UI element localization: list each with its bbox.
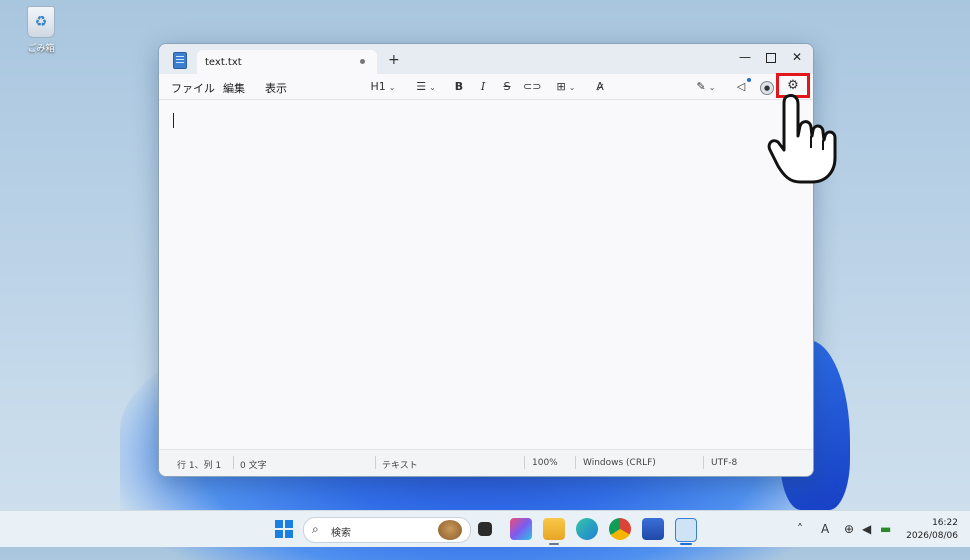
menu-edit[interactable]: 編集 xyxy=(223,80,245,96)
menu-file[interactable]: ファイル xyxy=(171,80,215,96)
start-button[interactable] xyxy=(273,518,295,540)
notification-dot xyxy=(747,78,751,82)
clock[interactable]: 16:22 2026/08/06 xyxy=(906,517,958,543)
status-format[interactable]: テキスト xyxy=(382,458,418,471)
divider xyxy=(233,456,234,469)
status-zoom[interactable]: 100% xyxy=(532,458,558,468)
search-highlight-image xyxy=(438,520,462,540)
status-bar: 行 1、列 1 0 文字 テキスト 100% Windows (CRLF) UT… xyxy=(159,449,813,476)
list-dropdown[interactable]: ☰ ⌄ xyxy=(411,78,441,95)
menu-bar: ファイル 編集 表示 H1 ⌄ ☰ ⌄ B I S ⊂⊃ ⊞ ⌄ A̷ ✎ ⌄ ◁ ● … xyxy=(159,73,813,100)
divider xyxy=(524,456,525,469)
status-char-count: 0 文字 xyxy=(240,461,267,471)
gear-icon: ⚙ xyxy=(787,78,799,93)
status-position: 行 1、列 1 xyxy=(177,461,222,471)
tab-title: text.txt xyxy=(205,57,242,68)
divider xyxy=(375,456,376,469)
bold-button[interactable]: B xyxy=(451,78,467,95)
active-indicator xyxy=(680,543,692,545)
search-icon: ⌕ xyxy=(312,522,319,536)
table-icon: ⊞ xyxy=(556,80,566,93)
sparkle-pen-icon: ✎ xyxy=(696,80,706,93)
notepad-taskbar-icon[interactable] xyxy=(675,518,697,542)
heading-dropdown[interactable]: H1 ⌄ xyxy=(369,78,397,95)
taskbar: ⌕ 検索 ˄ A ⊕ ◀ ▬ 16:22 2026/08/06 xyxy=(0,510,970,547)
unsaved-dot-icon[interactable] xyxy=(360,59,365,64)
search-placeholder: 検索 xyxy=(331,528,351,539)
title-bar[interactable]: text.txt + — ✕ xyxy=(159,44,813,76)
task-view-icon[interactable] xyxy=(478,522,492,536)
edge-icon[interactable] xyxy=(576,518,598,540)
recycle-bin-icon: ♻ xyxy=(27,6,55,38)
close-button[interactable]: ✕ xyxy=(783,46,811,68)
copilot-dropdown[interactable]: ✎ ⌄ xyxy=(691,78,721,95)
copilot-icon[interactable] xyxy=(510,518,532,540)
notepad-app-icon xyxy=(173,52,187,69)
text-editor[interactable] xyxy=(159,100,813,450)
store-icon[interactable] xyxy=(642,518,664,540)
text-caret xyxy=(173,113,174,128)
chevron-up-icon[interactable]: ˄ xyxy=(797,522,803,536)
divider xyxy=(703,456,704,469)
minimize-button[interactable]: — xyxy=(731,46,759,68)
clear-formatting-icon[interactable]: A̷ xyxy=(591,78,609,95)
chrome-icon[interactable] xyxy=(609,518,631,540)
table-dropdown[interactable]: ⊞ ⌄ xyxy=(551,78,581,95)
clock-date: 2026/08/06 xyxy=(906,531,958,541)
list-icon: ☰ xyxy=(416,80,427,93)
file-explorer-icon[interactable] xyxy=(543,518,565,540)
chevron-down-icon: ⌄ xyxy=(568,83,576,92)
notepad-window: text.txt + — ✕ ファイル 編集 表示 H1 ⌄ ☰ ⌄ B I S ⊂… xyxy=(158,43,814,477)
recycle-bin[interactable]: ♻ ごみ箱 xyxy=(18,6,64,54)
speaker-icon[interactable]: ◀ xyxy=(862,522,871,536)
chevron-down-icon: ⌄ xyxy=(429,83,436,92)
recycle-bin-label: ごみ箱 xyxy=(27,44,55,54)
italic-button[interactable]: I xyxy=(475,78,491,95)
pointing-hand-icon xyxy=(767,94,837,184)
clock-time: 16:22 xyxy=(932,518,958,528)
new-tab-button[interactable]: + xyxy=(388,52,400,68)
chevron-down-icon: ⌄ xyxy=(388,83,396,92)
status-line-ending[interactable]: Windows (CRLF) xyxy=(583,458,656,468)
globe-icon[interactable]: ⊕ xyxy=(844,522,854,536)
windows-logo-icon xyxy=(275,520,293,538)
menu-view[interactable]: 表示 xyxy=(265,80,287,96)
maximize-button[interactable] xyxy=(757,46,785,68)
divider xyxy=(575,456,576,469)
status-encoding[interactable]: UTF-8 xyxy=(711,458,737,468)
running-indicator xyxy=(549,543,559,545)
taskbar-search[interactable]: ⌕ 検索 xyxy=(303,517,471,543)
tab-text-txt[interactable]: text.txt xyxy=(197,50,377,76)
chevron-down-icon: ⌄ xyxy=(708,83,716,92)
heading-label: H1 xyxy=(370,80,386,93)
ime-indicator[interactable]: A xyxy=(821,522,829,536)
strikethrough-button[interactable]: S xyxy=(499,78,515,95)
link-icon[interactable]: ⊂⊃ xyxy=(523,78,541,95)
battery-icon[interactable]: ▬ xyxy=(880,522,891,536)
maximize-icon xyxy=(766,52,776,63)
